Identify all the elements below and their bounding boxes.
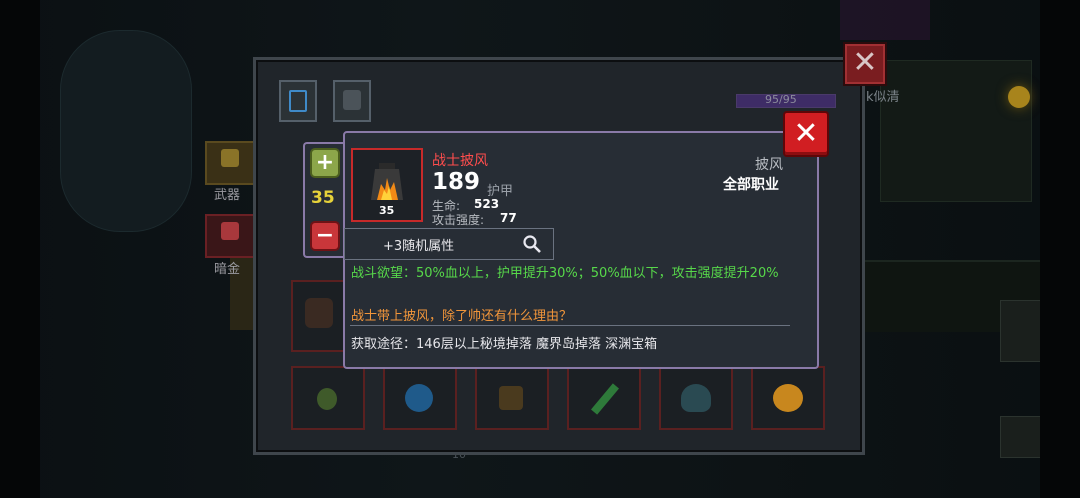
plus-icon: + bbox=[315, 150, 335, 175]
close-x-icon: ✕ bbox=[793, 116, 819, 151]
capacity-text: 95/95 bbox=[765, 93, 797, 106]
cape-icon bbox=[305, 298, 333, 328]
close-icon: ✕ bbox=[852, 45, 878, 80]
left-letterbox bbox=[0, 0, 40, 498]
weapon-icon bbox=[221, 149, 239, 167]
inventory-slot[interactable] bbox=[291, 280, 347, 352]
armor-value: 189 bbox=[432, 169, 481, 195]
item-level-badge: 35 bbox=[379, 204, 395, 217]
background-sprite bbox=[840, 0, 930, 40]
class-requirement: 全部职业 bbox=[723, 177, 779, 193]
gold-orb-icon bbox=[773, 384, 803, 412]
tab-equipment[interactable] bbox=[279, 80, 317, 122]
level-value: 35 bbox=[311, 188, 335, 208]
green-blade-icon bbox=[591, 383, 619, 415]
panel-close-button[interactable]: ✕ bbox=[843, 42, 887, 86]
background-pillar bbox=[60, 30, 192, 232]
stat-atk-value: 77 bbox=[500, 211, 517, 225]
stat-atk-label: 攻击强度: bbox=[432, 213, 485, 227]
item-flavor-text: 战士带上披风，除了帅还有什么理由？ bbox=[351, 309, 573, 324]
divider bbox=[350, 325, 790, 326]
helmet-icon bbox=[343, 90, 361, 110]
right-letterbox bbox=[1040, 0, 1080, 498]
weapon-slot-button[interactable] bbox=[205, 141, 257, 185]
slot-type: 披风 bbox=[755, 157, 783, 173]
item-source-text: 获取途径：146层以上秘境掉落 魔界岛掉落 深渊宝箱 bbox=[351, 337, 658, 352]
flame-cape-icon bbox=[371, 163, 403, 200]
scroll-icon bbox=[289, 90, 307, 112]
dark-gem-icon bbox=[681, 384, 711, 412]
amulet-icon bbox=[317, 388, 337, 410]
stat-hp-value: 523 bbox=[474, 197, 500, 211]
background-crate bbox=[1000, 416, 1042, 458]
inventory-slot[interactable] bbox=[659, 366, 733, 430]
background-crate bbox=[1000, 300, 1042, 362]
helm-icon bbox=[499, 386, 523, 410]
blue-beast-icon bbox=[405, 384, 433, 412]
inventory-slot[interactable] bbox=[751, 366, 825, 430]
item-name: 战士披风 bbox=[432, 153, 488, 169]
background-lamp bbox=[1008, 86, 1030, 108]
inventory-slot[interactable] bbox=[383, 366, 457, 430]
inventory-slot[interactable] bbox=[567, 366, 641, 430]
weapon-label: 武器 bbox=[214, 188, 241, 203]
magnifier-icon[interactable] bbox=[522, 234, 542, 254]
gem-slot-button[interactable] bbox=[205, 214, 257, 258]
inventory-slot[interactable] bbox=[291, 366, 365, 430]
gem-label: 暗金 bbox=[214, 262, 241, 277]
background-tree bbox=[880, 60, 1032, 202]
item-icon-frame: 35 bbox=[351, 148, 423, 222]
level-plus-button[interactable]: + bbox=[310, 148, 340, 178]
minus-icon: − bbox=[315, 223, 335, 248]
tooltip-close-button[interactable]: ✕ bbox=[783, 111, 829, 157]
gem-icon bbox=[221, 222, 239, 240]
capacity-bar: 95/95 bbox=[736, 93, 836, 108]
inventory-slot[interactable] bbox=[475, 366, 549, 430]
random-attr-text: +3随机属性 bbox=[383, 239, 455, 254]
tab-armor[interactable] bbox=[333, 80, 371, 122]
level-minus-button[interactable]: − bbox=[310, 221, 340, 251]
item-effect-text: 战斗欲望：50%血以上，护甲提升30%；50%血以下，攻击强度提升20% bbox=[351, 266, 779, 281]
npc-name-partial: k似清 bbox=[866, 90, 900, 105]
